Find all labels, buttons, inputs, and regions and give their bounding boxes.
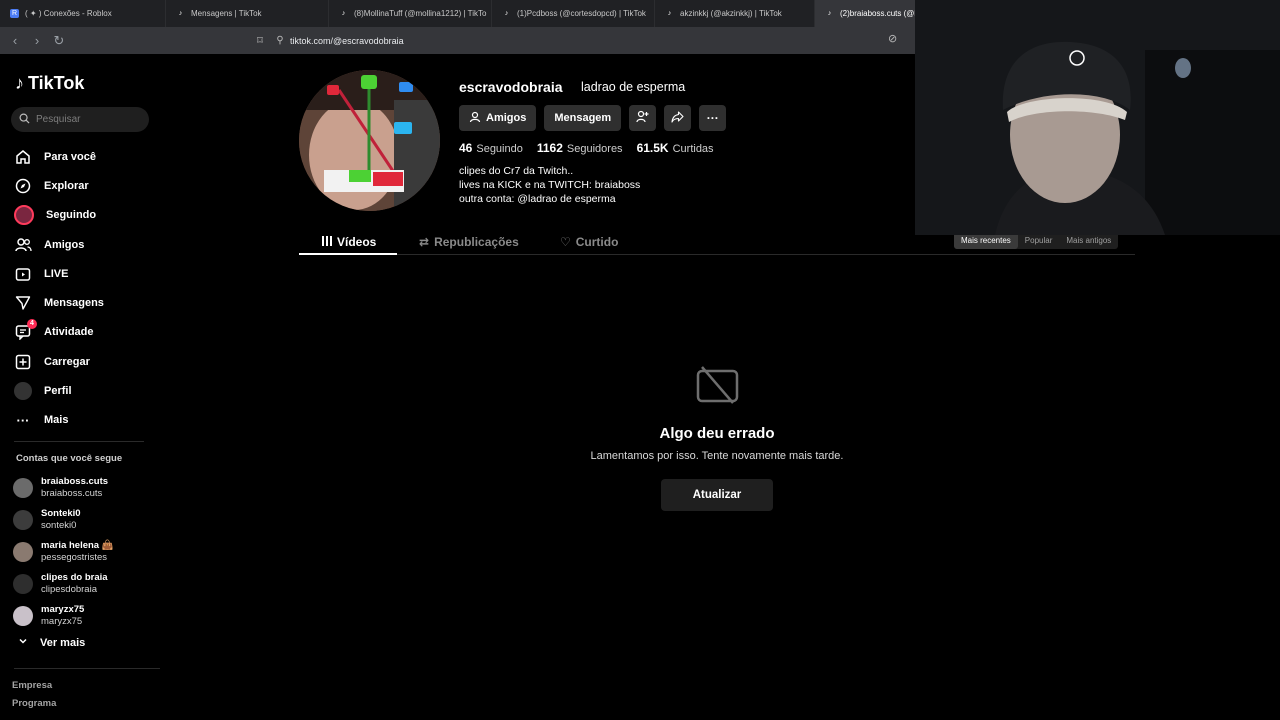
friends-icon — [469, 111, 481, 126]
search-placeholder: Pesquisar — [36, 114, 81, 125]
nav-more[interactable]: ··· Mais — [14, 406, 104, 435]
avatar — [13, 478, 33, 498]
browser-tab[interactable]: R( ✦ ) Conexões - Roblox — [0, 0, 166, 27]
avatar — [13, 574, 33, 594]
messages-icon — [14, 294, 32, 312]
following-account[interactable]: maryzx75 maryzx75 — [13, 600, 114, 632]
tiktok-icon: ♪ — [341, 10, 346, 17]
avatar — [13, 510, 33, 530]
profile-nickname: ladrao de esperma — [581, 80, 686, 94]
nav-profile[interactable]: Perfil — [14, 376, 104, 405]
refresh-button[interactable]: Atualizar — [661, 479, 773, 511]
more-icon: ··· — [16, 412, 30, 428]
nav-for-you[interactable]: Para você — [14, 142, 104, 171]
friends-button[interactable]: Amigos — [459, 105, 537, 131]
sidebar: ♪ TikTok Pesquisar Para você Explorar Se… — [0, 54, 165, 720]
tiktok-icon: ♪ — [178, 10, 183, 17]
main-nav: Para você Explorar Seguindo Amigos LIVE … — [14, 142, 104, 435]
active-tab-indicator — [299, 253, 397, 255]
nav-upload[interactable]: Carregar — [14, 347, 104, 376]
profile-bio: clipes do Cr7 da Twitch.. lives na KICK … — [459, 165, 641, 205]
nav-explore[interactable]: Explorar — [14, 171, 104, 200]
avatar — [13, 542, 33, 562]
browser-tab[interactable]: ♪ (8)MollinaTuff (@mollina1212) | TikTo — [329, 0, 492, 27]
error-title: Algo deu errado — [659, 425, 775, 442]
site-info-icon[interactable]: ⚲ — [270, 35, 290, 46]
profile-actions: Amigos Mensagem ··· — [459, 105, 727, 131]
url-text: tiktok.com/@escravodobraia — [290, 35, 404, 46]
tab-videos[interactable]: Vídeos — [322, 229, 376, 255]
share-button[interactable] — [664, 105, 692, 131]
url-field[interactable]: ⌑ ⚲ tiktok.com/@escravodobraia — [250, 30, 930, 51]
share-icon — [671, 110, 684, 126]
add-user-icon — [636, 110, 649, 126]
tiktok-icon: ♪ — [667, 10, 672, 17]
back-icon[interactable]: ‹ — [4, 30, 26, 52]
stat-followers[interactable]: 1162 Seguidores — [537, 141, 623, 155]
heart-icon: ♡ — [560, 235, 571, 249]
nav-live[interactable]: LIVE — [14, 259, 104, 288]
tab-liked[interactable]: ♡ Curtido — [560, 229, 618, 255]
profile-avatar — [299, 70, 440, 211]
following-avatar-icon — [14, 205, 34, 226]
search-icon — [19, 113, 30, 127]
nav-activity[interactable]: 4 Atividade — [14, 318, 104, 347]
nav-following[interactable]: Seguindo — [14, 201, 104, 230]
stat-following[interactable]: 46 Seguindo — [459, 141, 523, 155]
tiktok-icon: ♪ — [827, 10, 832, 17]
more-options-button[interactable]: ··· — [699, 105, 727, 131]
browser-tab[interactable]: ♪ (1)Pcdboss (@cortesdopcd) | TikTok — [492, 0, 655, 27]
search-input[interactable]: Pesquisar — [11, 107, 149, 132]
compass-icon — [14, 177, 32, 195]
forward-icon[interactable]: › — [26, 30, 48, 52]
friends-icon — [14, 236, 32, 254]
tiktok-note-icon: ♪ — [15, 73, 24, 93]
tiktok-logo[interactable]: ♪ TikTok — [15, 73, 84, 94]
nav-messages[interactable]: Mensagens — [14, 288, 104, 317]
upload-icon — [14, 353, 32, 371]
activity-badge: 4 — [27, 318, 37, 329]
no-eyedropper-icon[interactable]: ⊘ — [888, 32, 897, 45]
bookmark-icon[interactable]: ⌑ — [250, 34, 270, 47]
browser-tab[interactable]: ♪ Mensagens | TikTok — [166, 0, 329, 27]
repost-icon: ⇄ — [419, 235, 430, 249]
following-section-title: Contas que você segue — [16, 453, 123, 464]
following-account[interactable]: maria helena 👜 pessegostristes — [13, 536, 114, 568]
following-account[interactable]: braiaboss.cuts braiaboss.cuts — [13, 472, 114, 504]
sidebar-divider — [14, 441, 144, 442]
profile-stats: 46 Seguindo 1162 Seguidores 61.5K Curtidas — [459, 141, 714, 155]
webcam-overlay — [915, 0, 1280, 235]
reload-icon[interactable]: ↻ — [48, 30, 70, 52]
profile-avatar-icon — [14, 382, 32, 401]
home-icon — [14, 148, 32, 166]
following-account[interactable]: clipes do braia clipesdobraia — [13, 568, 114, 600]
stat-likes: 61.5K Curtidas — [636, 141, 714, 155]
following-account[interactable]: Sonteki0 sonteki0 — [13, 504, 114, 536]
browser-tab[interactable]: ♪ akzinkkj (@akzinkkj) | TikTok — [655, 0, 815, 27]
footer-link[interactable]: Empresa — [12, 680, 52, 691]
grid-icon — [322, 235, 332, 249]
tiktok-icon: ♪ — [504, 10, 509, 17]
live-icon — [14, 265, 32, 283]
profile-username: escravodobraia — [459, 79, 563, 95]
see-more-button[interactable]: Ver mais — [18, 636, 85, 649]
suggested-accounts-button[interactable] — [629, 105, 657, 131]
more-icon: ··· — [706, 111, 719, 125]
error-message: Lamentamos por isso. Tente novamente mai… — [590, 450, 844, 462]
avatar — [13, 606, 33, 626]
message-button[interactable]: Mensagem — [544, 105, 622, 131]
roblox-icon: R — [10, 9, 19, 18]
tab-reposts[interactable]: ⇄ Republicações — [419, 229, 519, 255]
following-list: braiaboss.cuts braiaboss.cuts Sonteki0 son… — [13, 472, 114, 632]
nav-friends[interactable]: Amigos — [14, 230, 104, 259]
no-content-icon — [696, 366, 739, 409]
chevron-down-icon — [18, 636, 28, 649]
sidebar-divider — [14, 668, 160, 669]
footer-link[interactable]: Programa — [12, 698, 56, 709]
